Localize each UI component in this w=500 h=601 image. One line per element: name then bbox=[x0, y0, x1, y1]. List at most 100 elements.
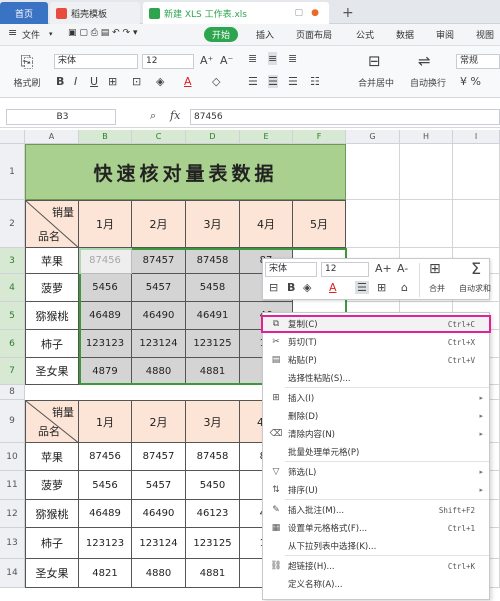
column-header[interactable]: F bbox=[293, 130, 346, 144]
mini-grow-icon[interactable]: A+ bbox=[375, 262, 392, 275]
menu-insert[interactable]: 插入 bbox=[256, 28, 274, 41]
data-cell[interactable]: 5458 bbox=[186, 274, 240, 302]
mini-merge-icon[interactable]: ⊟ bbox=[269, 281, 278, 294]
row-header[interactable]: 12 bbox=[0, 500, 25, 528]
context-menu-item[interactable]: 从下拉列表中选择(K)... bbox=[263, 537, 489, 555]
context-menu-item[interactable]: ⊞ 插入(I) ▸ bbox=[263, 389, 489, 407]
font-color-icon[interactable]: A bbox=[184, 75, 192, 88]
italic-icon[interactable]: I bbox=[74, 75, 77, 88]
row-header[interactable]: 11 bbox=[0, 471, 25, 500]
month-header[interactable]: 4月 bbox=[240, 200, 293, 248]
row-header[interactable]: 5 bbox=[0, 302, 25, 330]
data-cell[interactable]: 4879 bbox=[79, 358, 132, 385]
context-menu-item[interactable]: ▽ 筛选(L) ▸ bbox=[263, 463, 489, 481]
row-header[interactable]: 7 bbox=[0, 358, 25, 385]
month-header[interactable]: 2月 bbox=[132, 400, 186, 443]
context-menu-item[interactable]: ✂ 剪切(T) Ctrl+X bbox=[263, 333, 489, 351]
hamburger-icon[interactable]: ≡ bbox=[8, 26, 17, 39]
font-grow-icon[interactable]: A⁺ bbox=[200, 54, 213, 67]
row-header[interactable]: 14 bbox=[0, 559, 25, 588]
grid-cell[interactable] bbox=[346, 200, 400, 248]
menu-data[interactable]: 数据 bbox=[396, 28, 414, 41]
new-tab-button[interactable]: + bbox=[336, 2, 356, 24]
menu-layout[interactable]: 页面布局 bbox=[296, 28, 332, 41]
column-header[interactable]: I bbox=[453, 130, 500, 144]
product-name-cell[interactable]: 猕猴桃 bbox=[25, 500, 79, 528]
data-cell[interactable]: 5457 bbox=[132, 274, 186, 302]
data-cell[interactable]: 123125 bbox=[186, 330, 240, 358]
grid-cell[interactable] bbox=[400, 200, 453, 248]
product-name-cell[interactable]: 圣女果 bbox=[25, 559, 79, 588]
data-cell[interactable]: 123125 bbox=[186, 528, 240, 559]
month-header[interactable]: 3月 bbox=[186, 200, 240, 248]
mini-clear-icon[interactable]: ⌂ bbox=[401, 281, 408, 294]
mini-fill-icon[interactable]: ◈ bbox=[303, 281, 311, 294]
context-menu-item[interactable]: ▤ 粘贴(P) Ctrl+V bbox=[263, 351, 489, 369]
context-menu-item[interactable]: 删除(D) ▸ bbox=[263, 407, 489, 425]
grid-cell[interactable] bbox=[400, 144, 453, 200]
context-menu-item[interactable]: ⌫ 清除内容(N) ▸ bbox=[263, 425, 489, 443]
align-center-icon[interactable]: ☰ bbox=[268, 75, 278, 88]
autosum-icon[interactable]: Σ bbox=[471, 259, 481, 278]
fill-color-icon[interactable]: ◈ bbox=[156, 75, 164, 88]
data-cell[interactable]: 87457 bbox=[132, 248, 186, 274]
product-name-cell[interactable]: 菠萝 bbox=[25, 274, 79, 302]
select-all-corner[interactable] bbox=[0, 130, 25, 144]
product-name-cell[interactable]: 猕猴桃 bbox=[25, 302, 79, 330]
context-menu-item[interactable]: ⇅ 排序(U) ▸ bbox=[263, 481, 489, 499]
tab-home[interactable]: 首页 bbox=[0, 2, 48, 24]
autosum-label[interactable]: 自动求和 bbox=[455, 283, 495, 294]
data-cell[interactable]: 4881 bbox=[186, 559, 240, 588]
grid-cell[interactable] bbox=[346, 144, 400, 200]
align-left-icon[interactable]: ☰ bbox=[248, 75, 258, 88]
context-menu-item[interactable]: 选择性粘贴(S)... bbox=[263, 369, 489, 387]
data-cell[interactable]: 123123 bbox=[79, 528, 132, 559]
row-header[interactable]: 3 bbox=[0, 248, 25, 274]
row-header[interactable]: 13 bbox=[0, 528, 25, 559]
context-menu-item[interactable]: 定义名称(A)... bbox=[263, 575, 489, 593]
product-name-cell[interactable]: 菠萝 bbox=[25, 471, 79, 500]
data-cell[interactable]: 87458 bbox=[186, 248, 240, 274]
month-header[interactable]: 1月 bbox=[79, 400, 132, 443]
product-name-cell[interactable]: 苹果 bbox=[25, 443, 79, 471]
tab-file[interactable]: 新建 XLS 工作表.xls ▢ ● bbox=[143, 2, 329, 24]
column-header[interactable]: G bbox=[346, 130, 400, 144]
align-top-icon[interactable]: ≣ bbox=[248, 52, 257, 65]
wrap-text-label[interactable]: 自动换行 bbox=[404, 76, 452, 89]
data-cell[interactable]: 123124 bbox=[132, 330, 186, 358]
sheet-title[interactable]: 快速核对量表数据 bbox=[25, 144, 346, 200]
justify-icon[interactable]: ☷ bbox=[310, 75, 320, 88]
menu-formula[interactable]: 公式 bbox=[356, 28, 374, 41]
merge-center-label[interactable]: 合并居中 bbox=[350, 76, 402, 89]
data-cell[interactable]: 46489 bbox=[79, 302, 132, 330]
product-name-cell[interactable]: 柿子 bbox=[25, 528, 79, 559]
data-cell[interactable]: 5456 bbox=[79, 471, 132, 500]
data-cell[interactable]: 46123 bbox=[186, 500, 240, 528]
header-diagonal-cell[interactable]: 销量 品名 bbox=[25, 200, 79, 248]
month-header[interactable]: 1月 bbox=[79, 200, 132, 248]
data-cell[interactable]: 46491 bbox=[186, 302, 240, 330]
mini-font-color-icon[interactable]: A bbox=[329, 281, 337, 294]
font-size-select[interactable]: 12 bbox=[142, 54, 194, 69]
month-header[interactable]: 3月 bbox=[186, 400, 240, 443]
context-menu-item[interactable]: ⛓ 超链接(H)... Ctrl+K bbox=[263, 557, 489, 575]
data-cell[interactable]: 87456 bbox=[79, 443, 132, 471]
menu-view[interactable]: 视图 bbox=[476, 28, 494, 41]
data-cell[interactable]: 46489 bbox=[79, 500, 132, 528]
context-menu-item[interactable]: ▦ 设置单元格格式(F)... Ctrl+1 bbox=[263, 519, 489, 537]
product-name-cell[interactable]: 圣女果 bbox=[25, 358, 79, 385]
month-header[interactable]: 5月 bbox=[293, 200, 346, 248]
column-header[interactable]: B bbox=[79, 130, 132, 144]
data-cell[interactable]: 4880 bbox=[132, 358, 186, 385]
column-header[interactable]: A bbox=[25, 130, 79, 144]
data-cell[interactable]: 5450 bbox=[186, 471, 240, 500]
data-cell[interactable]: 5457 bbox=[132, 471, 186, 500]
column-header[interactable]: C bbox=[132, 130, 186, 144]
menu-start[interactable]: 开始 bbox=[204, 27, 239, 42]
row-header[interactable]: 1 bbox=[0, 144, 25, 200]
mini-bold-icon[interactable]: B bbox=[287, 281, 295, 294]
row-header[interactable]: 8 bbox=[0, 385, 25, 400]
underline-icon[interactable]: U bbox=[90, 75, 98, 88]
tab-template[interactable]: 稻壳模板 bbox=[50, 2, 140, 24]
menu-quick-icons[interactable]: ▣ ▢ ⎙ ▤ ↶ ↷ ▾ bbox=[68, 28, 137, 38]
